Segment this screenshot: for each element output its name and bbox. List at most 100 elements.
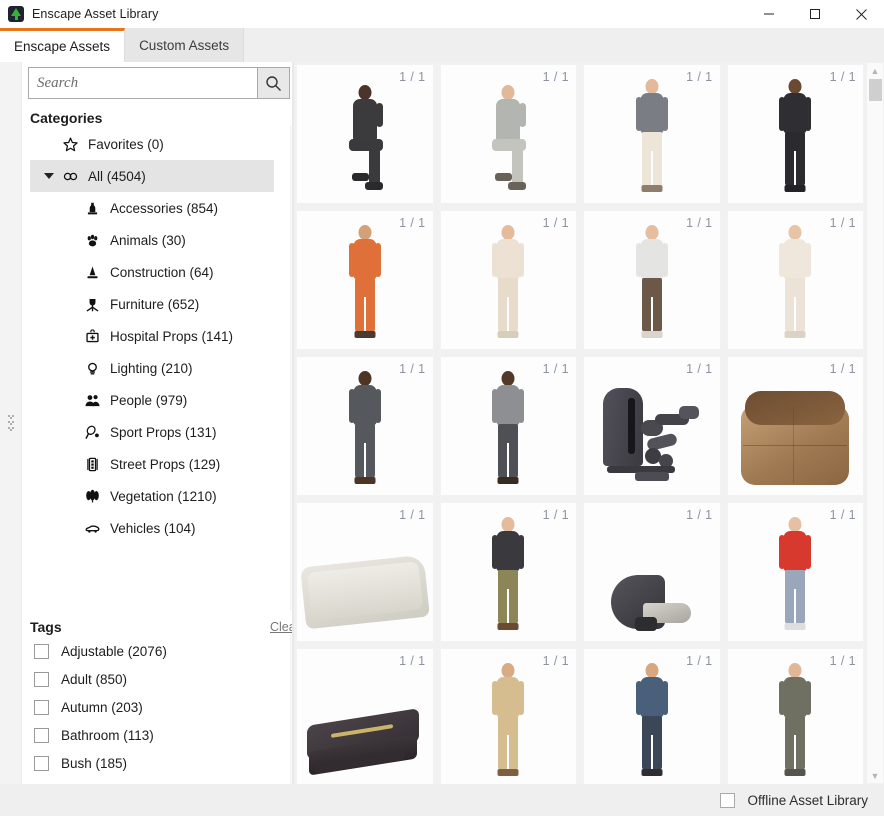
asset-variant-count: 1 / 1 (543, 362, 569, 376)
asset-card[interactable]: 1 / 1 (583, 648, 721, 784)
chevron-down-icon[interactable]: ▼ (867, 768, 883, 783)
tag-checkbox[interactable] (34, 700, 49, 715)
categories-list: Favorites (0) All (4504) Accessories (854)… (30, 128, 290, 608)
asset-thumbnail (441, 649, 577, 784)
sidebar-category-label: Vegetation (1210) (110, 489, 217, 504)
asset-variant-count: 1 / 1 (686, 362, 712, 376)
asset-thumbnail (728, 211, 864, 349)
minimize-icon[interactable] (746, 0, 792, 28)
asset-card[interactable]: 1 / 1 (583, 356, 721, 496)
tab-enscape-assets[interactable]: Enscape Assets (0, 28, 125, 62)
asset-grid: 1 / 11 / 11 / 11 / 11 / 11 / 11 / 11 / 1… (294, 62, 866, 784)
asset-variant-count: 1 / 1 (399, 216, 425, 230)
asset-card[interactable]: 1 / 1 (583, 502, 721, 642)
sidebar-category-furniture[interactable]: Furniture (652) (30, 288, 274, 320)
sidebar-category-lighting[interactable]: Lighting (210) (30, 352, 274, 384)
sidebar-category-label: Animals (30) (110, 233, 186, 248)
asset-card[interactable]: 1 / 1 (296, 210, 434, 350)
sidebar-category-construction[interactable]: Construction (64) (30, 256, 274, 288)
asset-card[interactable]: 1 / 1 (583, 210, 721, 350)
offline-asset-library-label: Offline Asset Library (747, 793, 868, 808)
tag-row[interactable]: Bush (185) (30, 749, 274, 777)
splitter-grip-icon (7, 409, 15, 437)
asset-thumbnail (441, 503, 577, 641)
asset-thumbnail (297, 211, 433, 349)
tag-checkbox[interactable] (34, 644, 49, 659)
sidebar-category-label: Lighting (210) (110, 361, 193, 376)
sidebar-category-street-props[interactable]: Street Props (129) (30, 448, 274, 480)
maximize-icon[interactable] (792, 0, 838, 28)
chevron-up-icon[interactable]: ▲ (867, 63, 883, 78)
asset-card[interactable]: 1 / 1 (727, 356, 865, 496)
sidebar-category-label: All (4504) (88, 169, 146, 184)
sidebar-category-sport-props[interactable]: Sport Props (131) (30, 416, 274, 448)
asset-grid-scrollbar[interactable]: ▲ ▼ (867, 63, 883, 783)
asset-thumbnail (584, 649, 720, 784)
asset-variant-count: 1 / 1 (399, 362, 425, 376)
tag-row[interactable]: Adjustable (2076) (30, 637, 274, 665)
asset-thumbnail (728, 357, 864, 495)
asset-variant-count: 1 / 1 (830, 216, 856, 230)
tag-label: Adult (850) (61, 672, 127, 687)
asset-thumbnail (728, 65, 864, 203)
offline-asset-library-toggle[interactable]: Offline Asset Library (720, 793, 868, 808)
asset-card[interactable]: 1 / 1 (727, 64, 865, 204)
asset-card[interactable]: 1 / 1 (440, 648, 578, 784)
sidebar-category-label: Street Props (129) (110, 457, 220, 472)
asset-variant-count: 1 / 1 (830, 362, 856, 376)
sidebar-category-animals[interactable]: Animals (30) (30, 224, 274, 256)
tag-row[interactable]: Autumn (203) (30, 693, 274, 721)
sidebar-category-hospital-props[interactable]: Hospital Props (141) (30, 320, 274, 352)
tags-heading: Tags (30, 619, 62, 635)
tag-row[interactable]: Bathroom (113) (30, 721, 274, 749)
asset-card[interactable]: 1 / 1 (296, 648, 434, 784)
sidebar-category-label: Favorites (0) (88, 137, 164, 152)
sidebar-category-people[interactable]: People (979) (30, 384, 274, 416)
content-area: Categories Favorites (0)All (4504)Access… (0, 62, 884, 784)
traffic-cone-icon (82, 262, 102, 282)
asset-card[interactable]: 1 / 1 (296, 502, 434, 642)
asset-thumbnail (297, 649, 433, 784)
search-icon[interactable] (257, 68, 289, 98)
tree-bush-icon (82, 486, 102, 506)
tag-row[interactable]: Adult (850) (30, 665, 274, 693)
tag-label: Bathroom (113) (61, 728, 154, 743)
tag-checkbox[interactable] (34, 756, 49, 771)
tag-checkbox[interactable] (34, 672, 49, 687)
panel-splitter-handle[interactable] (0, 62, 22, 784)
sidebar-category-vehicles[interactable]: Vehicles (104) (30, 512, 274, 544)
asset-variant-count: 1 / 1 (686, 508, 712, 522)
search-input[interactable] (29, 68, 257, 98)
light-bulb-icon (82, 358, 102, 378)
window-controls (746, 0, 884, 28)
asset-card[interactable]: 1 / 1 (727, 210, 865, 350)
sidebar-category-vegetation[interactable]: Vegetation (1210) (30, 480, 274, 512)
sidebar-category-all[interactable]: All (4504) (30, 160, 274, 192)
asset-variant-count: 1 / 1 (543, 654, 569, 668)
star-icon (60, 134, 80, 154)
tab-custom-assets[interactable]: Custom Assets (125, 28, 244, 62)
asset-variant-count: 1 / 1 (543, 70, 569, 84)
asset-card[interactable]: 1 / 1 (440, 356, 578, 496)
asset-grid-region: 1 / 11 / 11 / 11 / 11 / 11 / 11 / 11 / 1… (294, 62, 884, 784)
asset-card[interactable]: 1 / 1 (583, 64, 721, 204)
sidebar-category-accessories[interactable]: Accessories (854) (30, 192, 274, 224)
asset-card[interactable]: 1 / 1 (440, 64, 578, 204)
sidebar-category-favorites[interactable]: Favorites (0) (30, 128, 274, 160)
asset-card[interactable]: 1 / 1 (727, 648, 865, 784)
scrollbar-thumb[interactable] (869, 79, 882, 101)
asset-card[interactable]: 1 / 1 (727, 502, 865, 642)
status-bar: Offline Asset Library (0, 784, 884, 816)
asset-card[interactable]: 1 / 1 (296, 64, 434, 204)
chevron-down-icon[interactable] (44, 173, 54, 179)
tag-checkbox[interactable] (34, 728, 49, 743)
asset-card[interactable]: 1 / 1 (296, 356, 434, 496)
asset-thumbnail (441, 357, 577, 495)
asset-card[interactable]: 1 / 1 (440, 502, 578, 642)
sidebar-category-label: People (979) (110, 393, 187, 408)
close-icon[interactable] (838, 0, 884, 28)
offline-asset-library-checkbox[interactable] (720, 793, 735, 808)
asset-thumbnail (584, 503, 720, 641)
sidebar-category-label: Furniture (652) (110, 297, 199, 312)
asset-card[interactable]: 1 / 1 (440, 210, 578, 350)
